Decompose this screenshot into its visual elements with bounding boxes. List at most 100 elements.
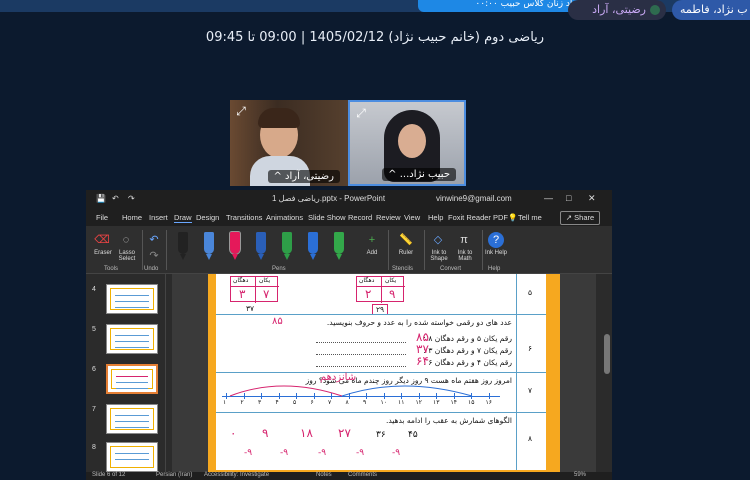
tab-foxit[interactable]: Foxit Reader PDF [448, 213, 508, 222]
thumbnail-number: 8 [92, 444, 96, 451]
comments-button[interactable]: Comments [348, 472, 377, 478]
tab-file[interactable]: File [96, 213, 108, 222]
language-status[interactable]: Persian (Iran) [156, 472, 192, 478]
expand-icon[interactable]: ⤢ [354, 106, 368, 120]
number-line-label: ۲ [240, 399, 244, 406]
shared-screen-powerpoint[interactable]: 💾 ↶ ↷ ریاضی فصل 1.pptx - PowerPoint vinw… [86, 190, 612, 480]
slide-thumbnail[interactable] [106, 284, 158, 314]
digit-value: ۷ [263, 287, 270, 301]
handwritten-step: -۹ [356, 448, 365, 458]
pen-swatch[interactable] [256, 232, 266, 254]
digit-value: ۳ [239, 287, 246, 301]
handwritten-number: ۱۸ [300, 426, 313, 440]
slide-thumbnail[interactable] [106, 324, 158, 354]
tab-view[interactable]: View [404, 213, 420, 222]
number-line-label: ۱۵ [468, 399, 475, 406]
ppt-statusbar: Slide 6 of 12 Persian (Iran) Accessibili… [86, 472, 612, 480]
ribbon-tabs: File Home Insert Draw Design Transitions… [86, 210, 612, 226]
close-icon[interactable]: ✕ [588, 193, 596, 204]
thumbnail-number: 6 [92, 366, 96, 373]
participant-face [398, 124, 426, 158]
participant-chip[interactable]: ب نژاد، فاطمه [672, 0, 750, 20]
jump-arcs [229, 385, 473, 397]
session-title: ریاضی دوم (خانم حبیب نژاد) 1405/02/12 | … [205, 30, 545, 45]
participant-chip[interactable]: رضیتی، آراد [568, 0, 666, 20]
handwritten-step: -۹ [392, 448, 401, 458]
row-divider [216, 372, 546, 373]
row-divider [216, 412, 546, 413]
expand-icon[interactable]: ⤢ [234, 104, 248, 118]
tab-design[interactable]: Design [196, 213, 219, 222]
share-button[interactable]: ↗ Share [560, 211, 600, 225]
pens-group-label: Pens [272, 266, 286, 272]
ink-help-icon[interactable]: ? [488, 232, 504, 248]
slide-thumbnail[interactable] [106, 404, 158, 434]
tab-transitions[interactable]: Transitions [226, 213, 262, 222]
undo-group-label: Undo [144, 266, 159, 272]
vertical-scrollbar[interactable] [602, 274, 612, 472]
add-pen-icon[interactable]: + [364, 232, 380, 248]
tab-record[interactable]: Record [348, 213, 372, 222]
slide-frame: یکان دهگان ۷ ۳ ۳۷ یکان دهگان ۹ ۲ ۲۹ ۵ عد… [208, 274, 560, 472]
video-tile[interactable]: ⤢ رضیتی، آراد ^ [230, 100, 348, 186]
scrollbar-thumb[interactable] [604, 334, 610, 374]
slide-thumbnail-selected[interactable] [106, 364, 158, 394]
number-line-label: ۱۱ [398, 399, 405, 406]
accessibility-status[interactable]: Accessibility: Investigate [204, 472, 269, 478]
ink-help-label: Ink Help [484, 250, 507, 256]
draw-ribbon: ⌫ Eraser ◌ Lasso Select Tools ↶ ↷ Undo +… [86, 226, 612, 274]
ink-to-math-label: Ink to Math [457, 250, 473, 262]
undo-icon[interactable]: ↶ [112, 194, 119, 203]
handwritten-step: -۹ [318, 448, 327, 458]
tab-home[interactable]: Home [122, 213, 142, 222]
question-line: رقم یکان ۵ و رقم دهگان ۸ : [423, 334, 512, 343]
handwritten-answer: ۶۴ [416, 354, 429, 368]
table-header: دهگان [233, 277, 249, 284]
question-line: رقم یکان ۴ و رقم دهگان ۶ : [423, 358, 512, 367]
presence-dot-icon [650, 5, 660, 15]
pen-swatch[interactable] [334, 232, 344, 254]
ribbon-divider [142, 230, 143, 270]
tab-review[interactable]: Review [376, 213, 401, 222]
tell-me-search[interactable]: Tell me [518, 213, 542, 222]
eraser-icon[interactable]: ⌫ [94, 232, 110, 248]
lasso-icon[interactable]: ◌ [118, 232, 134, 248]
tab-insert[interactable]: Insert [149, 213, 168, 222]
undo-icon[interactable]: ↶ [146, 232, 162, 248]
save-icon[interactable]: 💾 [96, 194, 106, 203]
number-line-label: ۶ [310, 399, 314, 406]
notes-button[interactable]: Notes [316, 472, 332, 478]
redo-icon[interactable]: ↷ [128, 194, 135, 203]
ruler-icon[interactable]: 📏 [398, 232, 414, 248]
ink-to-shape-icon[interactable]: ◇ [430, 232, 446, 248]
slide-thumbnail[interactable] [106, 442, 158, 472]
ink-to-math-icon[interactable]: π [456, 232, 472, 248]
help-group-label: Help [488, 266, 501, 272]
ink-to-shape-label: Ink to Shape [430, 250, 448, 262]
tab-slide-show[interactable]: Slide Show [308, 213, 346, 222]
restore-icon[interactable]: □ [566, 193, 571, 203]
pen-swatch[interactable] [178, 232, 188, 254]
table-header: یکان [259, 277, 271, 284]
row-number: ۵ [528, 288, 533, 297]
account-email[interactable]: vinwine9@gmail.com [436, 194, 512, 203]
pen-swatch[interactable] [308, 232, 318, 254]
video-tile-name: رضیتی، آراد ^ [267, 170, 340, 183]
question-line: رقم یکان ۷ و رقم دهگان ۳ : [423, 346, 512, 355]
zoom-level[interactable]: 59% [574, 472, 586, 478]
slide-canvas[interactable]: یکان دهگان ۷ ۳ ۳۷ یکان دهگان ۹ ۲ ۲۹ ۵ عد… [172, 274, 596, 472]
minimize-icon[interactable]: — [544, 193, 553, 203]
number-line-label: ۱۳ [433, 399, 440, 406]
pen-swatch[interactable] [204, 232, 214, 254]
tab-help[interactable]: Help [428, 213, 443, 222]
printed-number: ۳۶ [376, 430, 386, 440]
tab-draw[interactable]: Draw [174, 213, 192, 223]
pen-swatch[interactable] [229, 231, 241, 255]
pen-swatch[interactable] [282, 232, 292, 254]
row-divider [216, 314, 546, 315]
worksheet: یکان دهگان ۷ ۳ ۳۷ یکان دهگان ۹ ۲ ۲۹ ۵ عد… [216, 274, 546, 470]
thumbnail-number: 4 [92, 286, 96, 293]
tab-animations[interactable]: Animations [266, 213, 303, 222]
redo-icon[interactable]: ↷ [146, 248, 162, 264]
video-tile-active-speaker[interactable]: ⤢ حبیب نژاد... ^ [348, 100, 466, 186]
